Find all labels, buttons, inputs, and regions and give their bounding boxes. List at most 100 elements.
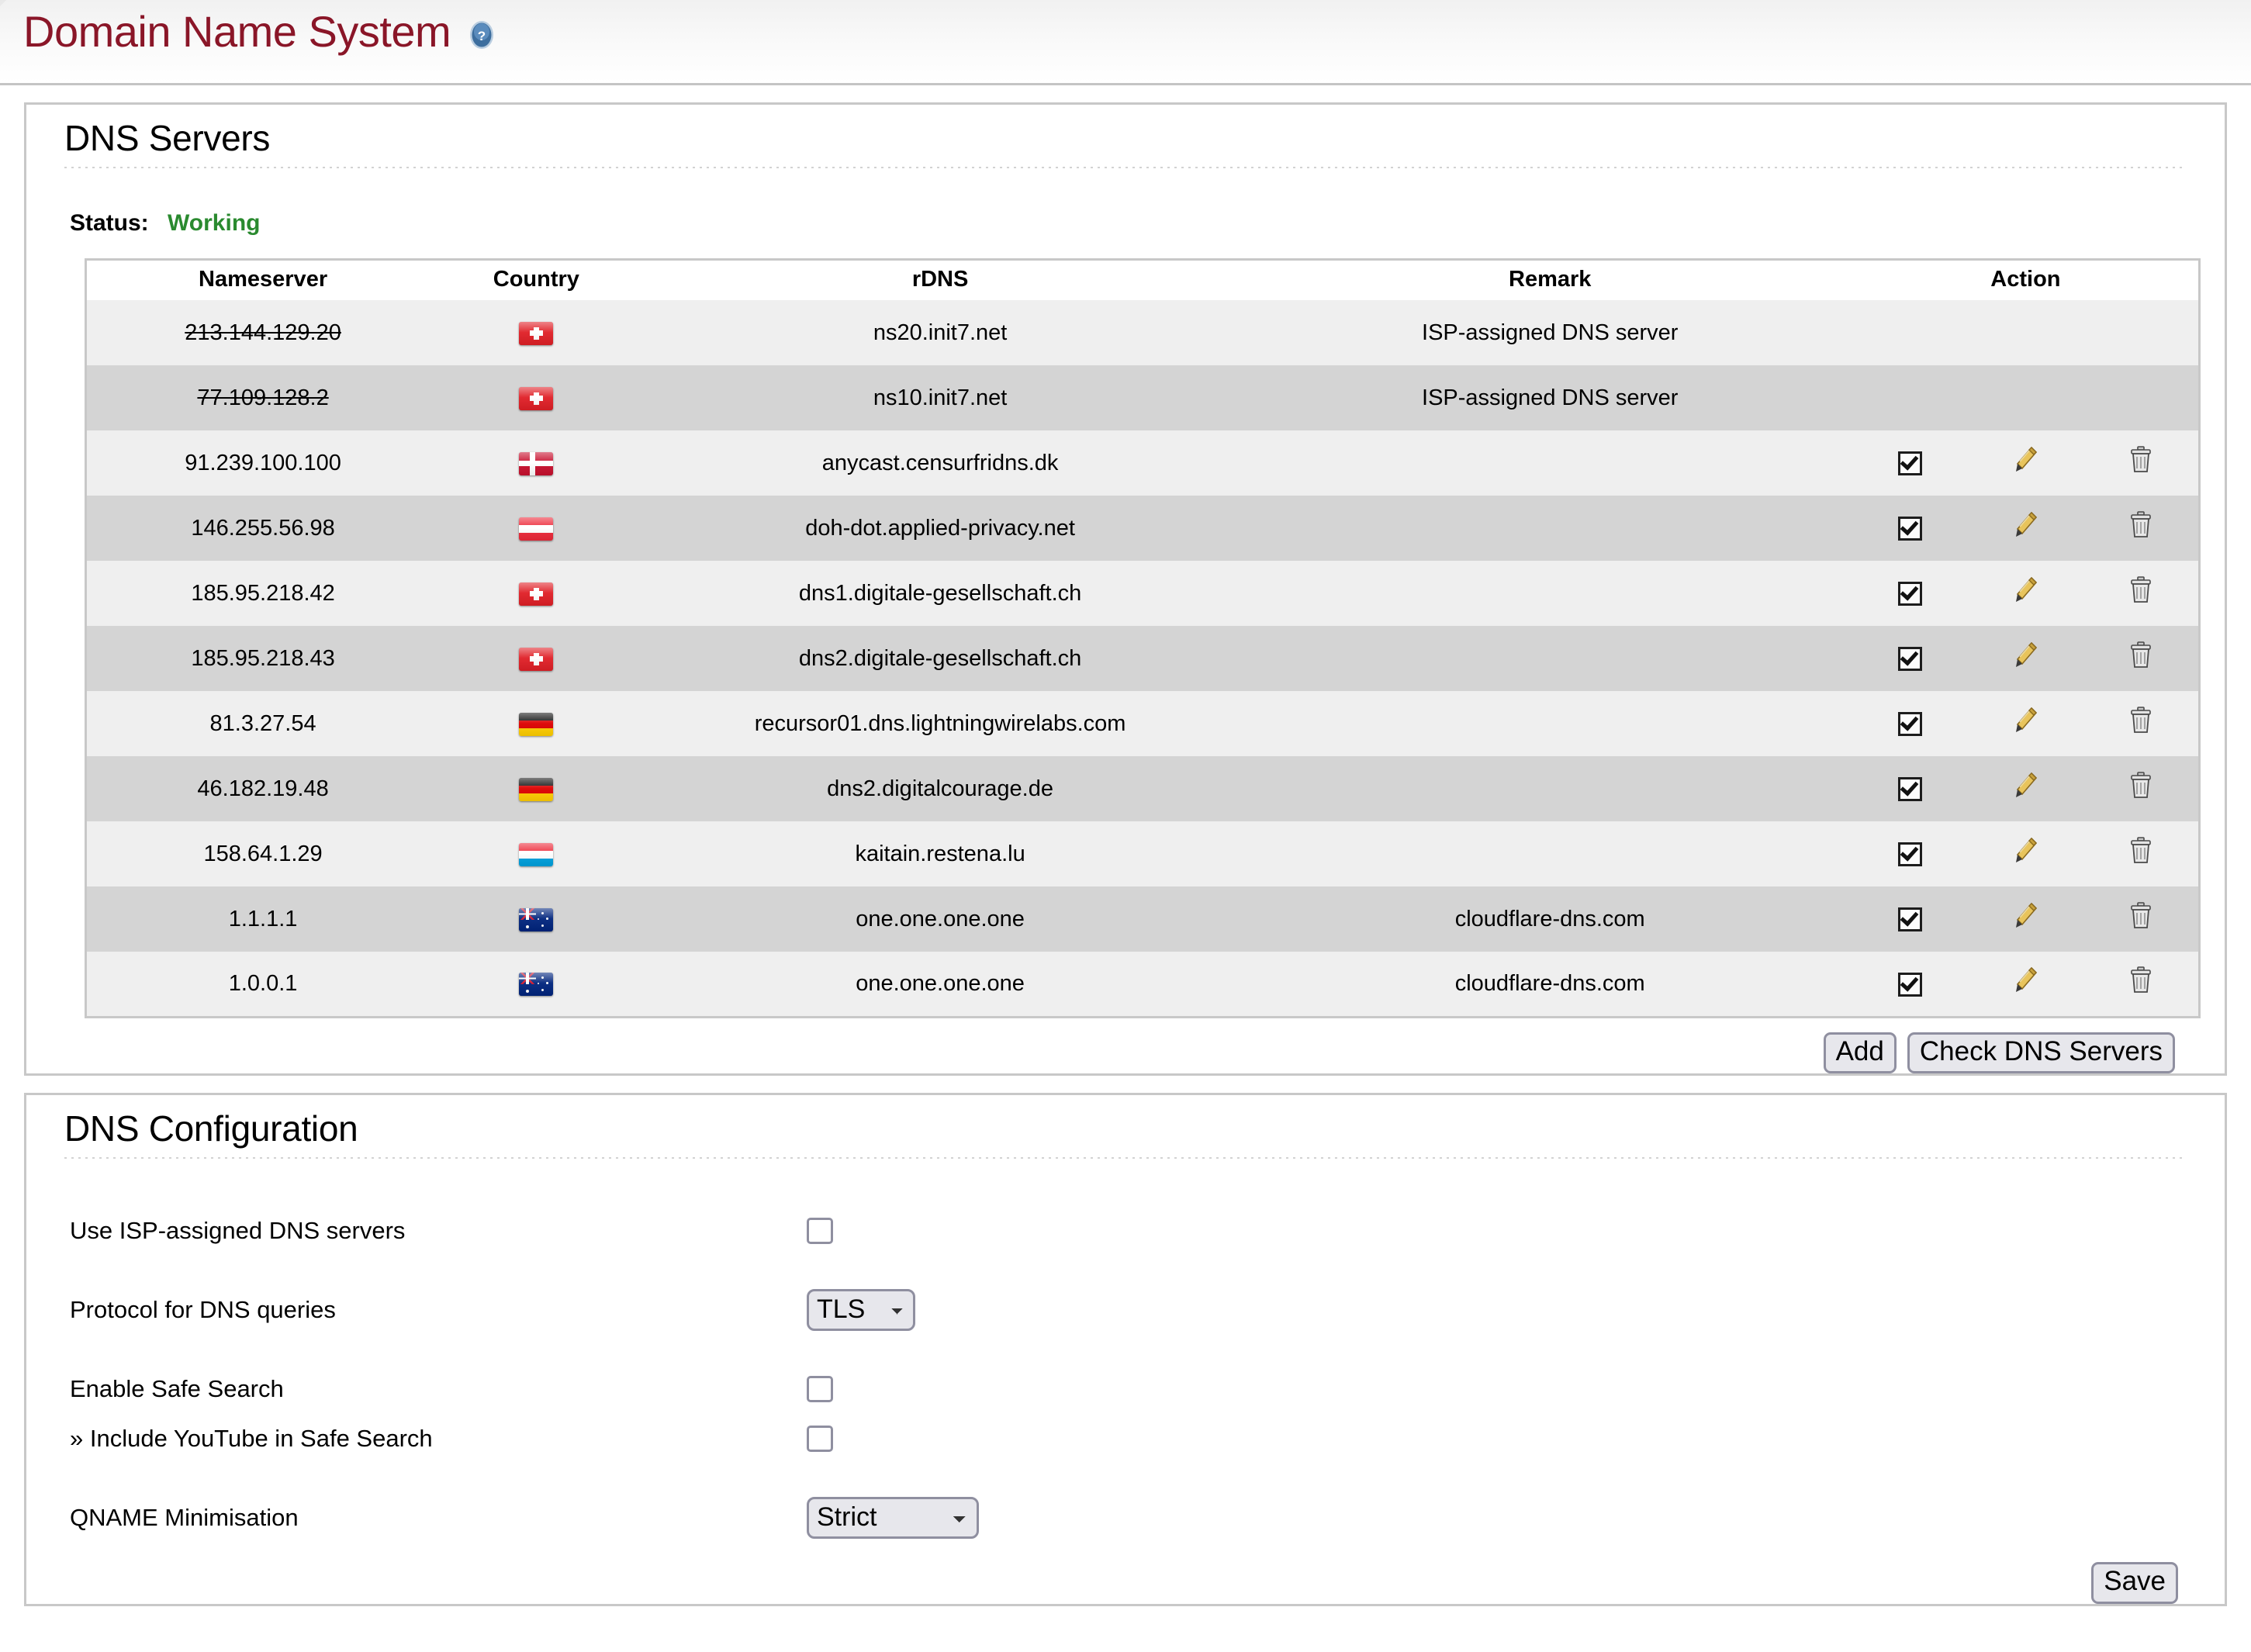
add-button[interactable]: Add xyxy=(1823,1032,1897,1074)
cell-action-delete[interactable] xyxy=(2083,821,2200,886)
cell-rdns: anycast.censurfridns.dk xyxy=(633,430,1247,496)
column-header-action: Action xyxy=(1852,259,2200,300)
cell-action-delete[interactable] xyxy=(2083,626,2200,691)
table-row: 158.64.1.29 kaitain.restena.lu xyxy=(85,821,2200,886)
youtube-checkbox[interactable] xyxy=(807,1426,833,1453)
delete-trash-icon[interactable] xyxy=(2128,510,2154,546)
cell-nameserver: 1.1.1.1 xyxy=(85,886,440,952)
cell-action-delete[interactable] xyxy=(2083,691,2200,756)
cell-action-delete[interactable] xyxy=(2083,886,2200,952)
delete-trash-icon[interactable] xyxy=(2128,836,2154,872)
cell-action-edit[interactable] xyxy=(1967,496,2083,561)
cell-action-edit xyxy=(1967,365,2083,430)
cell-action-edit xyxy=(1967,300,2083,365)
cell-action-edit[interactable] xyxy=(1967,821,2083,886)
use-isp-checkbox[interactable] xyxy=(807,1218,833,1245)
edit-pencil-icon[interactable] xyxy=(2012,771,2038,807)
cell-rdns: one.one.one.one xyxy=(633,952,1247,1017)
cell-action-edit[interactable] xyxy=(1967,952,2083,1017)
cell-action-delete[interactable] xyxy=(2083,430,2200,496)
cell-nameserver: 81.3.27.54 xyxy=(85,691,440,756)
cell-action-enable[interactable] xyxy=(1852,561,1968,626)
checkbox-checked-icon[interactable] xyxy=(1898,777,1923,802)
cell-remark: ISP-assigned DNS server xyxy=(1247,300,1853,365)
cell-remark xyxy=(1247,430,1853,496)
delete-trash-icon[interactable] xyxy=(2128,706,2154,741)
checkbox-checked-icon[interactable] xyxy=(1898,647,1923,672)
dns-servers-table: Nameserver Country rDNS Remark Action 21… xyxy=(85,258,2201,1018)
cell-action-edit[interactable] xyxy=(1967,626,2083,691)
cell-action-delete[interactable] xyxy=(2083,952,2200,1017)
checkbox-checked-icon[interactable] xyxy=(1898,582,1923,607)
table-row: 77.109.128.2 ns10.init7.net ISP-assigned D… xyxy=(85,365,2200,430)
delete-trash-icon[interactable] xyxy=(2128,641,2154,676)
table-row: 185.95.218.42 dns1.digitale-gesellschaft.… xyxy=(85,561,2200,626)
cell-country xyxy=(439,691,634,756)
edit-pencil-icon[interactable] xyxy=(2012,575,2038,611)
delete-trash-icon[interactable] xyxy=(2128,445,2154,481)
cell-action-enable[interactable] xyxy=(1852,952,1968,1017)
cell-remark xyxy=(1247,691,1853,756)
qname-select[interactable]: StrictRelaxedOff xyxy=(807,1497,979,1540)
help-circle-icon[interactable]: ? xyxy=(468,19,496,50)
delete-trash-icon[interactable] xyxy=(2128,771,2154,807)
edit-pencil-icon[interactable] xyxy=(2012,836,2038,872)
cell-action-delete[interactable] xyxy=(2083,496,2200,561)
edit-pencil-icon[interactable] xyxy=(2012,706,2038,741)
row-protocol: Protocol for DNS queries TLSUDPTCP xyxy=(70,1286,2225,1334)
cell-action-enable[interactable] xyxy=(1852,626,1968,691)
cell-action-delete[interactable] xyxy=(2083,756,2200,821)
cell-action-delete[interactable] xyxy=(2083,561,2200,626)
page-title-wrap: Domain Name System ? xyxy=(23,6,496,57)
cell-rdns: ns10.init7.net xyxy=(633,365,1247,430)
edit-pencil-icon[interactable] xyxy=(2012,510,2038,546)
edit-pencil-icon[interactable] xyxy=(2012,445,2038,481)
edit-pencil-icon[interactable] xyxy=(2012,901,2038,937)
cell-rdns: kaitain.restena.lu xyxy=(633,821,1247,886)
checkbox-checked-icon[interactable] xyxy=(1898,712,1923,737)
youtube-label: » Include YouTube in Safe Search xyxy=(70,1425,433,1453)
flag-switzerland-icon xyxy=(519,321,554,345)
delete-trash-icon[interactable] xyxy=(2128,901,2154,937)
cell-nameserver: 185.95.218.42 xyxy=(85,561,440,626)
flag-luxembourg-icon xyxy=(519,842,554,866)
protocol-select[interactable]: TLSUDPTCP xyxy=(807,1289,915,1332)
cell-action-enable[interactable] xyxy=(1852,496,1968,561)
delete-trash-icon[interactable] xyxy=(2128,966,2154,1001)
cell-action-enable xyxy=(1852,300,1968,365)
safe-search-label: Enable Safe Search xyxy=(70,1375,284,1403)
edit-pencil-icon[interactable] xyxy=(2012,641,2038,676)
cell-action-edit[interactable] xyxy=(1967,691,2083,756)
checkbox-checked-icon[interactable] xyxy=(1898,907,1923,932)
flag-australia-icon xyxy=(519,973,554,997)
cell-action-enable[interactable] xyxy=(1852,430,1968,496)
table-row: 1.1.1.1 one.one.one.one cloudflare-dns.com xyxy=(85,886,2200,952)
delete-trash-icon[interactable] xyxy=(2128,575,2154,611)
cell-remark xyxy=(1247,496,1853,561)
checkbox-checked-icon[interactable] xyxy=(1898,451,1923,476)
cell-rdns: one.one.one.one xyxy=(633,886,1247,952)
cell-country xyxy=(439,365,634,430)
cell-action-edit[interactable] xyxy=(1967,430,2083,496)
save-button[interactable]: Save xyxy=(2091,1562,2178,1604)
checkbox-checked-icon[interactable] xyxy=(1898,842,1923,867)
cell-action-enable[interactable] xyxy=(1852,821,1968,886)
cell-action-enable[interactable] xyxy=(1852,691,1968,756)
cell-action-enable[interactable] xyxy=(1852,756,1968,821)
row-use-isp-dns: Use ISP-assigned DNS servers xyxy=(70,1207,2225,1255)
cell-action-edit[interactable] xyxy=(1967,561,2083,626)
cell-rdns: dns1.digitale-gesellschaft.ch xyxy=(633,561,1247,626)
checkbox-checked-icon[interactable] xyxy=(1898,972,1923,997)
cell-action-enable[interactable] xyxy=(1852,886,1968,952)
row-youtube-safe-search: » Include YouTube in Safe Search xyxy=(70,1415,2225,1463)
cell-country xyxy=(439,886,634,952)
safe-search-checkbox[interactable] xyxy=(807,1376,833,1403)
checkbox-checked-icon[interactable] xyxy=(1898,517,1923,541)
edit-pencil-icon[interactable] xyxy=(2012,966,2038,1001)
check-dns-servers-button[interactable]: Check DNS Servers xyxy=(1907,1032,2175,1074)
cell-remark: cloudflare-dns.com xyxy=(1247,952,1853,1017)
cell-action-edit[interactable] xyxy=(1967,756,2083,821)
page-title: Domain Name System xyxy=(23,7,451,56)
cell-action-edit[interactable] xyxy=(1967,886,2083,952)
cell-action-delete xyxy=(2083,300,2200,365)
